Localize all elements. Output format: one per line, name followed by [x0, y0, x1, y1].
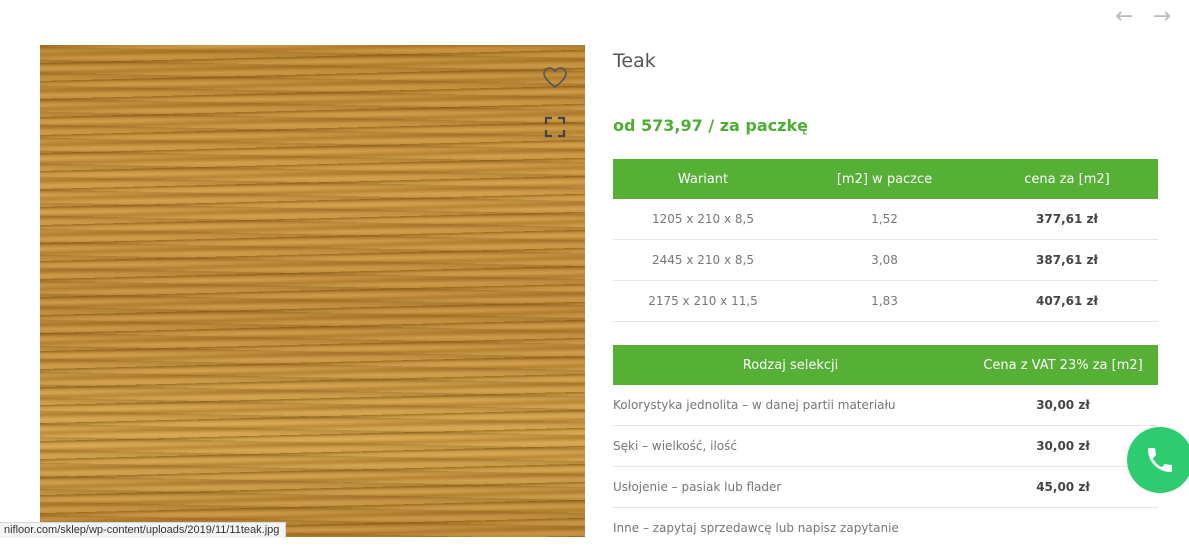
table-row[interactable]: 2445 x 210 x 8,5 3,08 387,61 zł — [613, 240, 1158, 281]
selection-label: Usłojenie – pasiak lub flader — [613, 467, 968, 508]
table-row[interactable]: Kolorystyka jednolita – w danej partii m… — [613, 385, 1158, 426]
price-per-m2: 407,61 zł — [976, 281, 1158, 322]
column-header-price-per-m2: cena za [m2] — [976, 159, 1158, 199]
prev-arrow-icon[interactable]: ← — [1115, 4, 1139, 29]
column-header-price-vat: Cena z VAT 23% za [m2] — [968, 345, 1158, 385]
call-button[interactable] — [1127, 427, 1189, 493]
status-bar-url: nifloor.com/sklep/wp-content/uploads/201… — [0, 522, 286, 538]
m2-per-pack: 1,52 — [793, 199, 976, 240]
next-arrow-icon[interactable]: → — [1153, 4, 1177, 29]
selection-label: Kolorystyka jednolita – w danej partii m… — [613, 385, 968, 426]
table-row[interactable]: 1205 x 210 x 8,5 1,52 377,61 zł — [613, 199, 1158, 240]
m2-per-pack: 3,08 — [793, 240, 976, 281]
fullscreen-icon[interactable] — [544, 116, 566, 138]
variant-size: 2445 x 210 x 8,5 — [613, 240, 793, 281]
table-row[interactable]: Inne – zapytaj sprzedawcę lub napisz zap… — [613, 508, 1158, 548]
variants-table: Wariant [m2] w paczce cena za [m2] 1205 … — [613, 159, 1158, 322]
table-row[interactable]: Sęki – wielkość, ilość 30,00 zł — [613, 426, 1158, 467]
selection-price: 30,00 zł — [968, 385, 1158, 426]
price-per-m2: 387,61 zł — [976, 240, 1158, 281]
column-header-variant: Wariant — [613, 159, 793, 199]
column-header-m2-per-pack: [m2] w paczce — [793, 159, 976, 199]
product-price: od 573,97 / za paczkę — [613, 116, 808, 135]
variant-size: 2175 x 210 x 11,5 — [613, 281, 793, 322]
phone-icon — [1144, 444, 1176, 476]
heart-icon[interactable] — [542, 66, 568, 90]
selection-price — [968, 508, 1158, 548]
selection-label: Inne – zapytaj sprzedawcę lub napisz zap… — [613, 508, 968, 548]
price-per-m2: 377,61 zł — [976, 199, 1158, 240]
table-row[interactable]: Usłojenie – pasiak lub flader 45,00 zł — [613, 467, 1158, 508]
table-row[interactable]: 2175 x 210 x 11,5 1,83 407,61 zł — [613, 281, 1158, 322]
product-image[interactable] — [40, 45, 585, 537]
selection-table: Rodzaj selekcji Cena z VAT 23% za [m2] K… — [613, 345, 1158, 548]
m2-per-pack: 1,83 — [793, 281, 976, 322]
gallery-nav: ← → — [1115, 4, 1177, 29]
product-title: Teak — [613, 50, 656, 72]
selection-label: Sęki – wielkość, ilość — [613, 426, 968, 467]
variant-size: 1205 x 210 x 8,5 — [613, 199, 793, 240]
column-header-selection-type: Rodzaj selekcji — [613, 345, 968, 385]
